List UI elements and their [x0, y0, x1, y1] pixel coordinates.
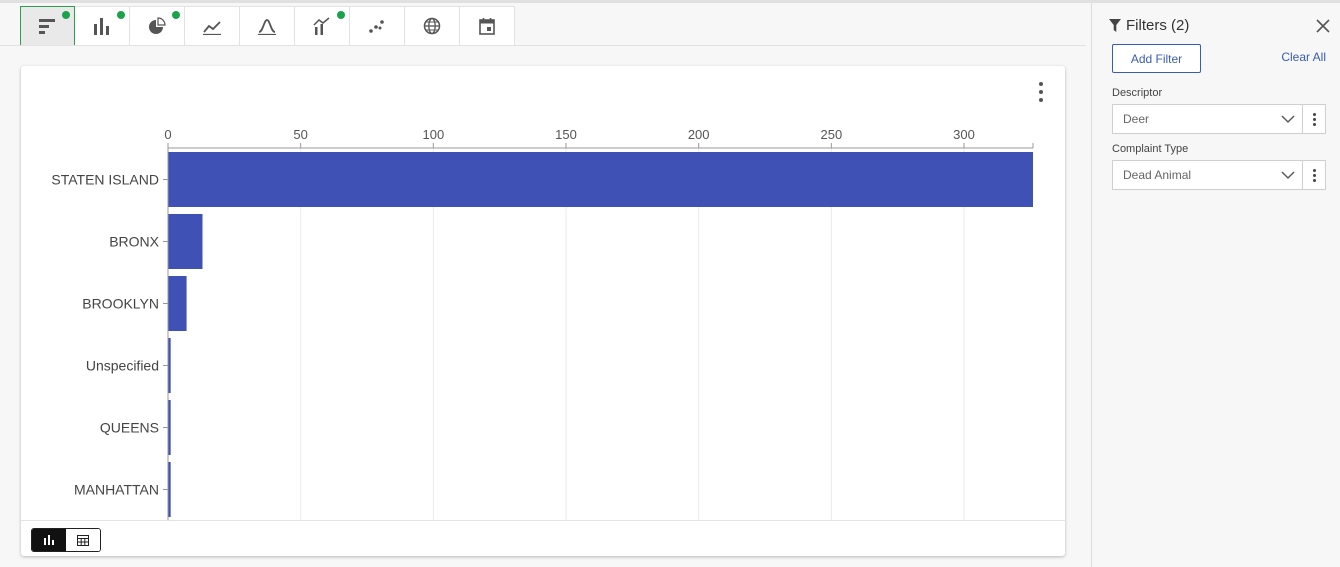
- add-filter-button[interactable]: Add Filter: [1112, 44, 1201, 73]
- chart-type-button[interactable]: [240, 6, 295, 46]
- horizontal-bar-chart-icon: [38, 19, 55, 34]
- x-tick-label: 150: [555, 127, 577, 142]
- category-label: BRONX: [109, 234, 159, 250]
- more-vert-icon[interactable]: [1302, 105, 1325, 133]
- calendar-icon: [479, 18, 495, 35]
- filter-label-descriptor: Descriptor: [1112, 87, 1163, 99]
- chart-type-button[interactable]: [130, 6, 185, 46]
- bar-chart-view-icon[interactable]: [32, 529, 66, 551]
- main-panel: 0 50 100 150 200 250 300 STATEN ISLAND BRONX BROO…: [0, 3, 1086, 567]
- area-curve-icon: [258, 19, 276, 35]
- active-filter-dot: [172, 11, 180, 19]
- x-tick-label: 250: [820, 127, 842, 142]
- category-label: BROOKLYN: [82, 296, 159, 312]
- category-label: QUEENS: [100, 420, 159, 436]
- filters-sidebar: Filters (2) Add Filter Clear All Descrip…: [1091, 3, 1340, 567]
- category-label: STATEN ISLAND: [51, 172, 159, 188]
- chart-type-button[interactable]: [75, 6, 130, 46]
- scatter-plot-icon: [369, 20, 384, 33]
- category-label: MANHATTAN: [74, 482, 159, 498]
- clear-all-link[interactable]: Clear All: [1281, 50, 1326, 64]
- chart-type-button[interactable]: [295, 6, 350, 46]
- category-label: Unspecified: [86, 358, 159, 374]
- filters-title: Filters (2): [1126, 17, 1190, 34]
- x-tick-label: 0: [164, 127, 171, 142]
- descriptor-value: Deer: [1123, 112, 1150, 126]
- combo-chart-icon: [313, 17, 330, 35]
- x-tick-label: 100: [422, 127, 444, 142]
- line-chart-icon: [203, 21, 221, 35]
- chart-type-button[interactable]: [460, 6, 515, 46]
- active-filter-dot: [337, 11, 345, 19]
- complaint-type-select[interactable]: Dead Animal: [1112, 160, 1326, 190]
- x-tick-label: 200: [688, 127, 710, 142]
- chart-type-button[interactable]: [405, 6, 460, 46]
- filter-label-complaint-type: Complaint Type: [1112, 143, 1189, 155]
- bar[interactable]: [168, 214, 203, 269]
- close-icon[interactable]: [1314, 17, 1332, 35]
- chevron-down-icon[interactable]: [1274, 161, 1302, 189]
- pie-chart-icon: [149, 17, 166, 34]
- chart-type-button[interactable]: [185, 6, 240, 46]
- card-footer: [21, 520, 1065, 556]
- active-filter-dot: [62, 11, 70, 19]
- more-vert-icon[interactable]: [1302, 161, 1325, 189]
- chart-type-button[interactable]: [20, 6, 75, 46]
- toolbar-divider: [0, 45, 1086, 46]
- chart-type-toolbar: [20, 6, 515, 46]
- chevron-down-icon[interactable]: [1274, 105, 1302, 133]
- complaint-type-value: Dead Animal: [1123, 168, 1192, 182]
- chart-type-button[interactable]: [350, 6, 405, 46]
- globe-map-icon: [423, 17, 441, 35]
- x-tick-label: 300: [953, 127, 975, 142]
- filter-icon: [1109, 19, 1121, 32]
- active-filter-dot: [117, 11, 125, 19]
- chart-card: 0 50 100 150 200 250 300 STATEN ISLAND BRONX BROO…: [21, 66, 1065, 556]
- bar[interactable]: [168, 152, 1033, 207]
- filters-header: Filters (2): [1109, 17, 1189, 34]
- x-tick-label: 50: [293, 127, 307, 142]
- bar-chart: 0 50 100 150 200 250 300 STATEN ISLAND BRONX BROO…: [51, 127, 1034, 520]
- bar[interactable]: [168, 276, 187, 331]
- view-toggle: [31, 528, 101, 552]
- vertical-bar-chart-icon: [94, 18, 109, 35]
- table-view-icon[interactable]: [66, 529, 100, 551]
- descriptor-select[interactable]: Deer: [1112, 104, 1326, 134]
